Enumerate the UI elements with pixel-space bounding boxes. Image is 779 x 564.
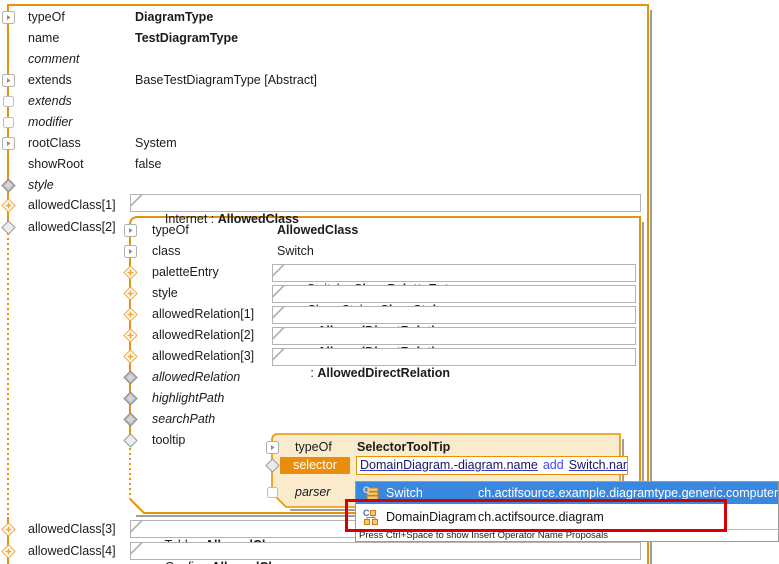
resource-box-allowedrelation-3[interactable]: : AllowedDirectRelation xyxy=(272,348,636,380)
selector-expression-input[interactable]: DomainDiagram.-diagram.name add Switch.nam… xyxy=(356,456,628,475)
add-diamond-icon[interactable] xyxy=(123,328,138,343)
derived-diamond-icon[interactable] xyxy=(123,391,138,406)
property-label-extends-empty: extends xyxy=(28,94,72,108)
property-label-extends: extends xyxy=(28,73,72,87)
expand-arrow-icon[interactable] xyxy=(2,137,15,150)
property-value-name[interactable]: TestDiagramType xyxy=(135,31,238,46)
resource-box-internet[interactable]: Internet : AllowedClass xyxy=(130,194,641,226)
property-label-allowedclass-4: allowedClass[4] xyxy=(28,544,116,558)
red-highlight-rectangle xyxy=(345,499,727,532)
property-label-parser: parser xyxy=(295,485,331,499)
property-value-rootclass[interactable]: System xyxy=(135,136,177,151)
empty-box-icon[interactable] xyxy=(267,487,278,498)
separator: : xyxy=(207,212,218,226)
selector-expression-part[interactable]: DomainDiagram.-diagram.name xyxy=(360,458,538,472)
svg-text:C: C xyxy=(363,485,370,495)
property-label-rootclass: rootClass xyxy=(28,136,81,150)
property-label-style: style xyxy=(28,178,54,192)
selector-operator[interactable]: add xyxy=(543,458,564,472)
add-diamond-icon[interactable] xyxy=(123,349,138,364)
property-value-typeof[interactable]: SelectorToolTip xyxy=(357,440,450,455)
property-label-class: class xyxy=(152,244,181,258)
selector-property-chip[interactable]: selector xyxy=(280,457,350,474)
add-diamond-icon[interactable] xyxy=(1,544,16,559)
property-value-typeof[interactable]: DiagramType xyxy=(135,10,213,25)
add-diamond-icon[interactable] xyxy=(123,286,138,301)
expand-arrow-icon[interactable] xyxy=(2,11,15,24)
property-label-allowedrelation: allowedRelation xyxy=(152,370,241,384)
property-label-allowedclass-1: allowedClass[1] xyxy=(28,198,116,212)
resource-box-name: Config xyxy=(165,560,201,564)
property-value-showroot[interactable]: false xyxy=(135,157,161,172)
resource-box-type: AllowedClass xyxy=(211,560,292,564)
resource-box-allowedrelation-1[interactable]: : AllowedDirectRelation xyxy=(272,306,636,338)
property-label-showroot: showRoot xyxy=(28,157,84,171)
expand-arrow-icon[interactable] xyxy=(124,224,137,237)
instance-diamond-icon[interactable] xyxy=(265,458,280,473)
add-diamond-icon[interactable] xyxy=(1,198,16,213)
proposal-name: Switch xyxy=(386,486,423,500)
property-label-allowedclass-3: allowedClass[3] xyxy=(28,522,116,536)
resource-box-config[interactable]: Config : AllowedClass xyxy=(130,542,641,564)
property-value-typeof[interactable]: AllowedClass xyxy=(277,223,358,238)
expand-arrow-icon[interactable] xyxy=(2,74,15,87)
property-label-modifier: modifier xyxy=(28,115,73,129)
separator: : xyxy=(306,366,318,380)
property-label-typeof: typeOf xyxy=(28,10,65,24)
property-value-class[interactable]: Switch xyxy=(277,244,314,259)
separator: : xyxy=(201,560,211,564)
property-label-allowedrelation-1: allowedRelation[1] xyxy=(152,307,255,321)
resource-box-type: AllowedDirectRelation xyxy=(317,366,450,380)
property-label-comment: comment xyxy=(28,52,80,66)
proposal-qualifier: ch.actifsource.example.diagramtype.gener… xyxy=(478,486,779,500)
property-label-highlightpath: highlightPath xyxy=(152,391,225,405)
add-diamond-icon[interactable] xyxy=(123,265,138,280)
property-label-name: name xyxy=(28,31,60,45)
empty-box-icon[interactable] xyxy=(3,117,14,128)
derived-diamond-icon[interactable] xyxy=(1,178,16,193)
instance-diamond-icon[interactable] xyxy=(123,433,138,448)
resource-box-paletteentry[interactable]: Switch : ShowPaletteEntry xyxy=(272,264,636,296)
add-diamond-icon[interactable] xyxy=(123,307,138,322)
selector-argument[interactable]: Switch.name xyxy=(569,458,627,472)
property-label-allowedclass-2: allowedClass[2] xyxy=(28,220,116,234)
property-value-extends[interactable]: BaseTestDiagramType [Abstract] xyxy=(135,73,317,88)
property-label-tooltip: tooltip xyxy=(152,433,186,447)
instance-diamond-icon[interactable] xyxy=(1,220,16,235)
property-label-typeof: typeOf xyxy=(295,440,332,454)
property-label-typeof: typeOf xyxy=(152,223,189,237)
derived-diamond-icon[interactable] xyxy=(123,370,138,385)
expand-arrow-icon[interactable] xyxy=(124,245,137,258)
empty-box-icon[interactable] xyxy=(3,96,14,107)
add-diamond-icon[interactable] xyxy=(1,522,16,537)
derived-diamond-icon[interactable] xyxy=(123,412,138,427)
resource-box-allowedrelation-2[interactable]: : AllowedDirectRelation xyxy=(272,327,636,359)
property-label-paletteentry: paletteEntry xyxy=(152,265,219,279)
expand-arrow-icon[interactable] xyxy=(266,441,279,454)
resource-box-classstyle[interactable]: Class Style : ClassStyle xyxy=(272,285,636,317)
property-label-searchpath: searchPath xyxy=(152,412,216,426)
property-label-allowedrelation-3: allowedRelation[3] xyxy=(152,349,255,363)
actifsource-resource-editor: typeOf DiagramType name TestDiagramType … xyxy=(0,0,779,564)
property-label-allowedrelation-2: allowedRelation[2] xyxy=(152,328,255,342)
property-label-style: style xyxy=(152,286,178,300)
